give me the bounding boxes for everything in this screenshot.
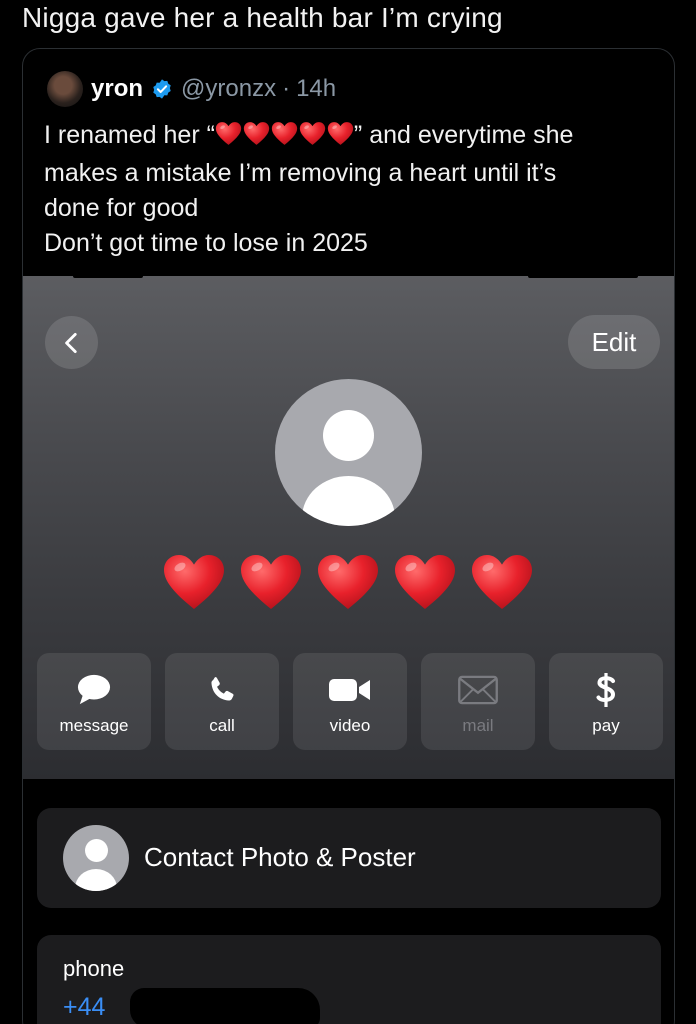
heart-emoji-icon — [162, 552, 226, 617]
video-label: video — [329, 716, 371, 735]
author-name[interactable]: yron — [91, 75, 143, 103]
tweet-line-1: I renamed her “ ” and everytime she — [44, 118, 654, 156]
meta-separator: · — [282, 75, 291, 102]
message-button[interactable]: message — [37, 653, 151, 750]
back-button[interactable] — [45, 316, 98, 369]
avatar-body-shape — [302, 476, 395, 526]
tweet-author-row: yron @yronzx · 14h — [47, 69, 336, 109]
contact-photo-poster-row[interactable]: Contact Photo & Poster — [37, 808, 661, 908]
attached-contact-screenshot[interactable]: Edit message call video mail pay Contact… — [23, 276, 674, 1024]
author-avatar[interactable] — [47, 71, 83, 107]
thumbnail-head-shape — [85, 839, 108, 862]
post-caption: Nigga gave her a health bar I’m crying — [22, 2, 503, 33]
verified-badge-icon — [151, 78, 173, 100]
inline-hearts — [215, 121, 354, 156]
envelope-icon — [457, 673, 499, 707]
pay-button[interactable]: pay — [549, 653, 663, 750]
status-bar-icons-fragment — [528, 276, 638, 278]
video-camera-icon — [328, 673, 372, 707]
call-button[interactable]: call — [165, 653, 279, 750]
tweet-line-2: makes a mistake I’m removing a heart unt… — [44, 159, 557, 187]
quoted-tweet-card[interactable]: yron @yronzx · 14h I renamed her “ ” and … — [22, 48, 675, 1024]
contact-photo-thumbnail — [63, 825, 129, 891]
heart-emoji-icon — [271, 121, 298, 156]
status-bar-time-fragment — [73, 276, 143, 278]
redaction-scribble — [130, 988, 320, 1024]
tweet-line-1-prefix: I renamed her “ — [44, 121, 215, 149]
edit-button[interactable]: Edit — [568, 315, 660, 369]
avatar-head-shape — [323, 410, 374, 461]
thumbnail-body-shape — [75, 869, 117, 891]
heart-emoji-icon — [470, 552, 534, 617]
heart-emoji-icon — [243, 121, 270, 156]
heart-emoji-icon — [239, 552, 303, 617]
contact-avatar[interactable] — [275, 379, 422, 526]
mail-button[interactable]: mail — [421, 653, 535, 750]
message-label: message — [59, 716, 129, 735]
heart-emoji-icon — [327, 121, 354, 156]
video-button[interactable]: video — [293, 653, 407, 750]
heart-emoji-icon — [316, 552, 380, 617]
tweet-text: I renamed her “ ” and everytime she makes… — [44, 118, 654, 261]
mail-label: mail — [462, 716, 494, 735]
pay-label: pay — [592, 716, 620, 735]
heart-emoji-icon — [215, 121, 242, 156]
phone-number-link[interactable]: +44 — [63, 993, 105, 1022]
phone-field-label: phone — [63, 956, 125, 981]
heart-emoji-icon — [299, 121, 326, 156]
contact-name-hearts — [162, 552, 534, 617]
author-handle[interactable]: @yronzx — [181, 75, 276, 103]
tweet-line-3: done for good — [44, 194, 199, 222]
phone-field-card[interactable]: phone +44 — [37, 935, 661, 1024]
tweet-timestamp[interactable]: 14h — [296, 75, 336, 103]
phone-icon — [206, 673, 238, 707]
contact-actions: message call video mail pay — [37, 653, 663, 750]
contact-photo-poster-label: Contact Photo & Poster — [144, 842, 416, 872]
contact-header: Edit message call video mail pay — [23, 276, 674, 779]
tweet-line-1-suffix: ” and everytime she — [353, 121, 574, 149]
chevron-left-icon — [64, 332, 77, 353]
tweet-line-4: Don’t got time to lose in 2025 — [44, 229, 368, 257]
call-label: call — [209, 716, 235, 735]
heart-emoji-icon — [393, 552, 457, 617]
dollar-icon — [594, 673, 618, 707]
message-bubble-icon — [75, 673, 113, 707]
